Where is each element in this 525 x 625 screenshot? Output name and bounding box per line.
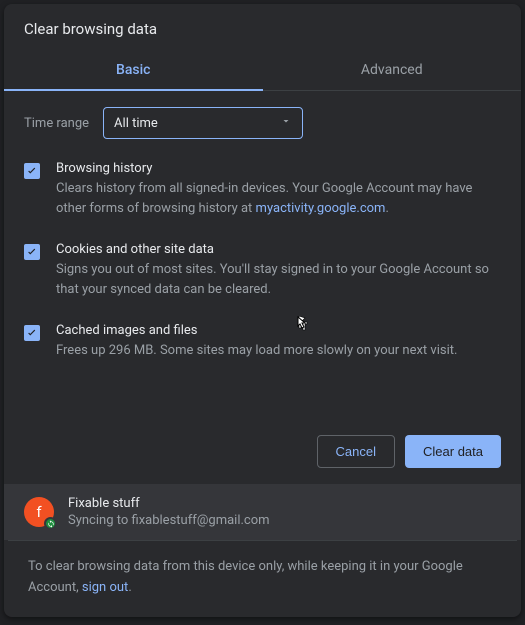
tabs: Basic Advanced (4, 52, 521, 91)
option-description: Frees up 296 MB. Some sites may load mor… (56, 341, 457, 361)
option-title: Cached images and files (56, 323, 457, 338)
time-range-label: Time range (24, 116, 89, 131)
checkbox-browsing-history[interactable] (24, 163, 40, 179)
sync-icon (44, 517, 57, 530)
option-cache: Cached images and files Frees up 296 MB.… (24, 323, 501, 361)
option-title: Cookies and other site data (56, 242, 501, 257)
option-text: Cached images and files Frees up 296 MB.… (56, 323, 457, 361)
profile-status: Syncing to fixablestuff@gmail.com (68, 513, 270, 528)
dialog-body: Time range All time Browsing history Cle… (4, 91, 521, 421)
chevron-down-icon (280, 115, 292, 131)
clear-data-button[interactable]: Clear data (405, 435, 501, 468)
dialog-buttons: Cancel Clear data (4, 421, 521, 484)
profile-name: Fixable stuff (68, 496, 270, 511)
avatar-initial: f (36, 503, 41, 521)
time-range-row: Time range All time (24, 107, 501, 139)
profile-text: Fixable stuff Syncing to fixablestuff@gm… (68, 496, 270, 528)
checkbox-cookies[interactable] (24, 244, 40, 260)
myactivity-link[interactable]: myactivity.google.com (256, 201, 386, 216)
sign-out-link[interactable]: sign out (82, 580, 128, 595)
option-text: Cookies and other site data Signs you ou… (56, 242, 501, 299)
option-cookies: Cookies and other site data Signs you ou… (24, 242, 501, 299)
footer-note: To clear browsing data from this device … (8, 540, 517, 617)
option-description: Clears history from all signed-in device… (56, 179, 501, 218)
time-range-select[interactable]: All time (103, 107, 303, 139)
time-range-value: All time (114, 116, 158, 131)
cancel-button[interactable]: Cancel (317, 435, 395, 468)
clear-browsing-data-dialog: Clear browsing data Basic Advanced Time … (4, 4, 521, 617)
option-description: Signs you out of most sites. You'll stay… (56, 260, 501, 299)
profile-row: f Fixable stuff Syncing to fixablestuff@… (4, 484, 521, 540)
tab-advanced[interactable]: Advanced (263, 52, 522, 90)
checkbox-cache[interactable] (24, 325, 40, 341)
tab-basic[interactable]: Basic (4, 52, 263, 90)
option-title: Browsing history (56, 161, 501, 176)
option-browsing-history: Browsing history Clears history from all… (24, 161, 501, 218)
dialog-title: Clear browsing data (4, 4, 521, 52)
avatar: f (24, 497, 54, 527)
option-text: Browsing history Clears history from all… (56, 161, 501, 218)
